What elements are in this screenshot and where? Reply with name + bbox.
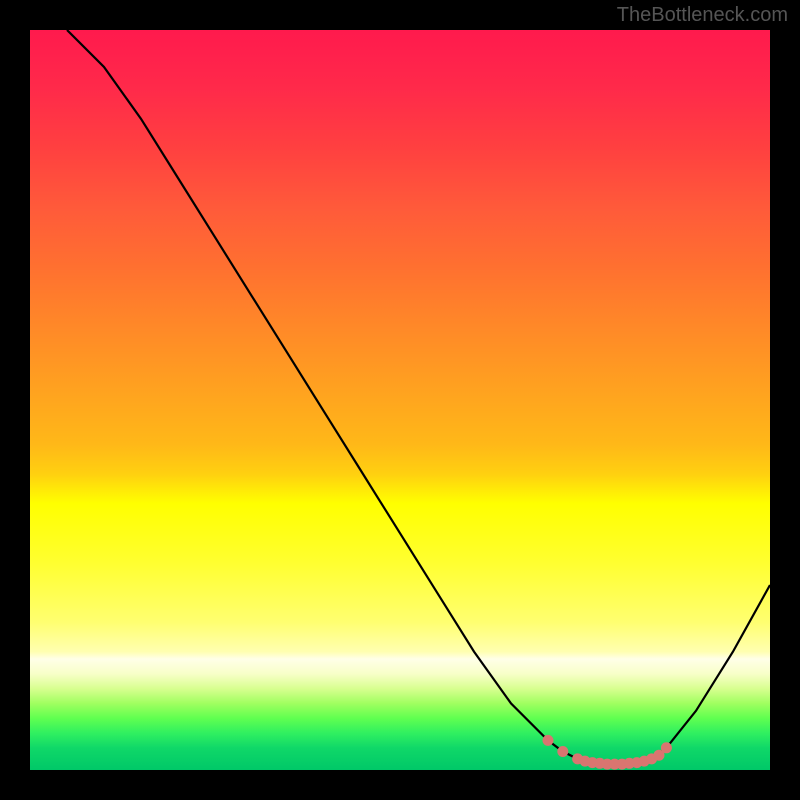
marker-dot <box>661 742 672 753</box>
chart-plot-area <box>30 30 770 770</box>
chart-svg <box>30 30 770 770</box>
watermark-text: TheBottleneck.com <box>617 4 788 27</box>
marker-dots-group <box>543 735 672 770</box>
marker-dot <box>557 746 568 757</box>
marker-dot <box>543 735 554 746</box>
curve-line <box>67 30 770 764</box>
